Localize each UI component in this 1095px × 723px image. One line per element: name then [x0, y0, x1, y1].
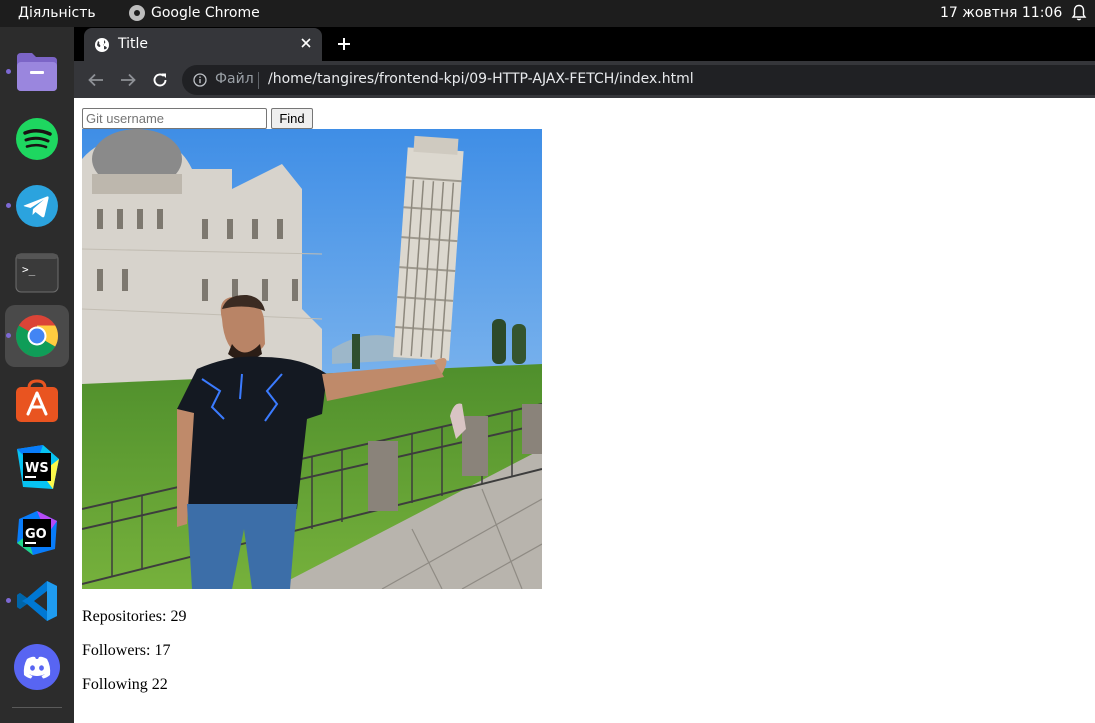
running-indicator — [6, 69, 11, 74]
new-tab-plus-icon[interactable] — [336, 36, 352, 52]
dock: >_ WS GO — [0, 27, 74, 723]
following-count: Following 22 — [82, 676, 168, 693]
address-bar[interactable]: Файл /home/tangires/frontend-kpi/09-HTTP… — [182, 65, 1095, 95]
url-text[interactable]: /home/tangires/frontend-kpi/09-HTTP-AJAX… — [268, 71, 694, 87]
telegram-icon[interactable] — [13, 182, 61, 230]
clock[interactable]: 17 жовтня 11:06 — [940, 5, 1062, 21]
followers-count: Followers: 17 — [82, 642, 171, 659]
globe-icon — [95, 38, 109, 52]
running-indicator — [6, 333, 11, 338]
forward-arrow-icon[interactable] — [119, 71, 137, 89]
files-icon[interactable] — [13, 47, 61, 95]
repositories-count: Repositories: 29 — [82, 608, 187, 625]
reload-icon[interactable] — [151, 71, 169, 89]
info-icon[interactable] — [193, 73, 207, 87]
vscode-icon[interactable] — [13, 577, 61, 625]
url-scheme-label: Файл — [215, 71, 254, 87]
webstorm-icon[interactable]: WS — [13, 443, 61, 491]
page-content: Find — [74, 98, 1095, 723]
notification-bell-icon[interactable] — [1071, 4, 1087, 22]
find-button[interactable]: Find — [271, 108, 313, 129]
url-divider — [258, 72, 259, 89]
webstorm-badge: WS — [25, 461, 49, 476]
running-indicator — [6, 598, 11, 603]
tab-title: Title — [118, 36, 149, 52]
app-menu[interactable]: Google Chrome — [129, 5, 260, 21]
close-icon[interactable] — [300, 37, 312, 49]
browser-toolbar: Файл /home/tangires/frontend-kpi/09-HTTP… — [74, 61, 1095, 98]
spotify-icon[interactable] — [13, 115, 61, 163]
app-name-label: Google Chrome — [151, 5, 260, 21]
running-indicator — [6, 203, 11, 208]
chrome-app-icon — [129, 5, 145, 21]
terminal-prompt: >_ — [22, 263, 36, 276]
app-center-icon[interactable] — [13, 377, 61, 425]
discord-icon[interactable] — [13, 643, 61, 691]
chrome-icon[interactable] — [13, 312, 61, 360]
user-avatar-image — [82, 129, 542, 589]
system-top-bar: Діяльність Google Chrome 17 жовтня 11:06 — [0, 0, 1095, 27]
tab-active[interactable]: Title — [84, 28, 322, 61]
goland-icon[interactable]: GO — [13, 509, 61, 557]
activities-button[interactable]: Діяльність — [18, 5, 96, 21]
git-username-input[interactable] — [82, 108, 267, 129]
back-arrow-icon[interactable] — [87, 71, 105, 89]
dock-separator — [12, 707, 62, 708]
tab-strip: Title — [74, 27, 1095, 61]
terminal-icon[interactable]: >_ — [13, 249, 61, 297]
goland-badge: GO — [25, 527, 47, 542]
